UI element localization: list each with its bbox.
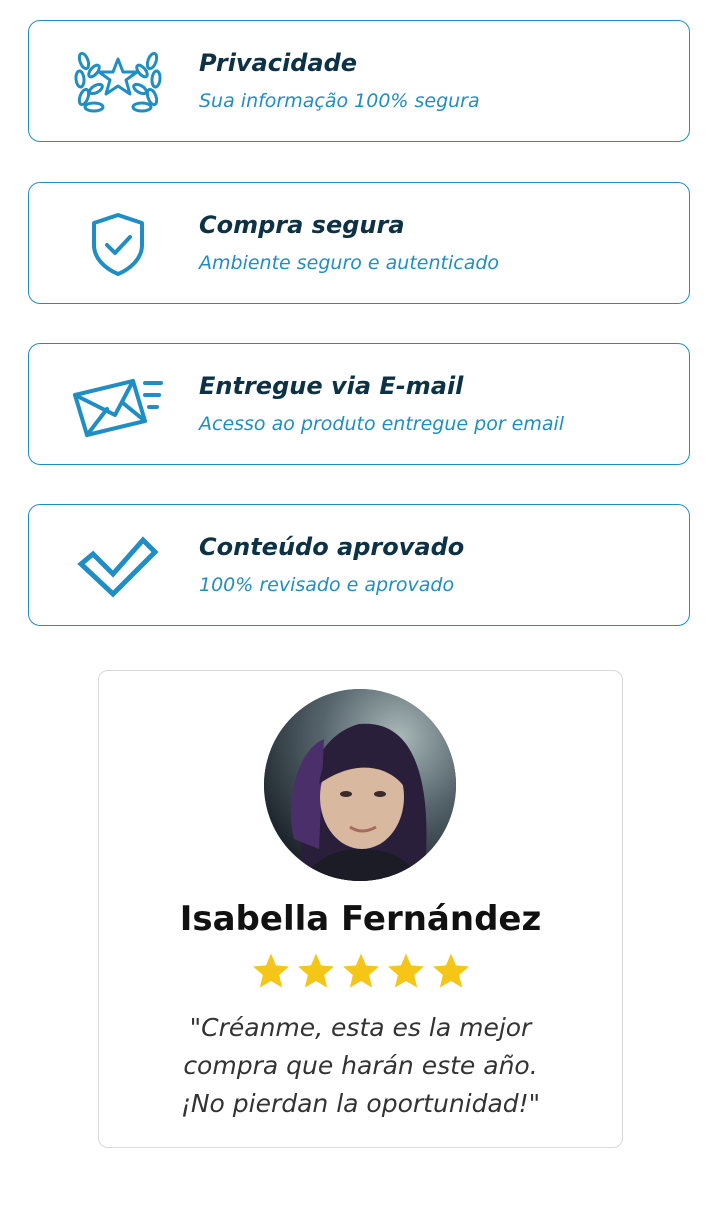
avatar [264,689,456,881]
feature-subtitle: Ambiente seguro e autenticado [199,252,500,274]
feature-card-secure-purchase: Compra segura Ambiente seguro e autentic… [28,182,690,304]
star-icon [387,953,424,988]
feature-card-approved-content: Conteúdo aprovado 100% revisado e aprova… [28,504,690,626]
feature-subtitle: Acesso ao produto entregue por email [199,413,565,435]
feature-subtitle: 100% revisado e aprovado [199,574,455,596]
star-icon [432,953,469,988]
feature-card-privacy: Privacidade Sua informação 100% segura [28,20,690,142]
quote-line: ¡No pierdan la oportunidad!" [180,1089,541,1118]
feature-title: Privacidade [199,49,358,77]
checkmark-icon [69,531,167,601]
feature-title: Conteúdo aprovado [199,533,465,561]
feature-title: Compra segura [199,211,405,239]
quote-line: "Créanme, esta es la mejor [189,1013,532,1042]
laurel-star-icon [69,47,167,117]
testimonial-card: Isabella Fernández "Créanme, esta es la … [98,670,623,1148]
reviewer-name: Isabella Fernández [179,899,542,939]
feature-title: Entregue via E-mail [199,372,464,400]
star-icon [342,953,379,988]
feature-card-email-delivery: Entregue via E-mail Acesso ao produto en… [28,343,690,465]
email-icon [69,370,167,440]
star-icon [252,953,289,988]
star-icon [297,953,334,988]
shield-check-icon [69,209,167,279]
quote-line: compra que harán este año. [183,1051,538,1080]
feature-subtitle: Sua informação 100% segura [199,90,480,112]
star-rating [99,951,622,991]
testimonial-quote: "Créanme, esta es la mejor compra que ha… [129,1009,592,1123]
